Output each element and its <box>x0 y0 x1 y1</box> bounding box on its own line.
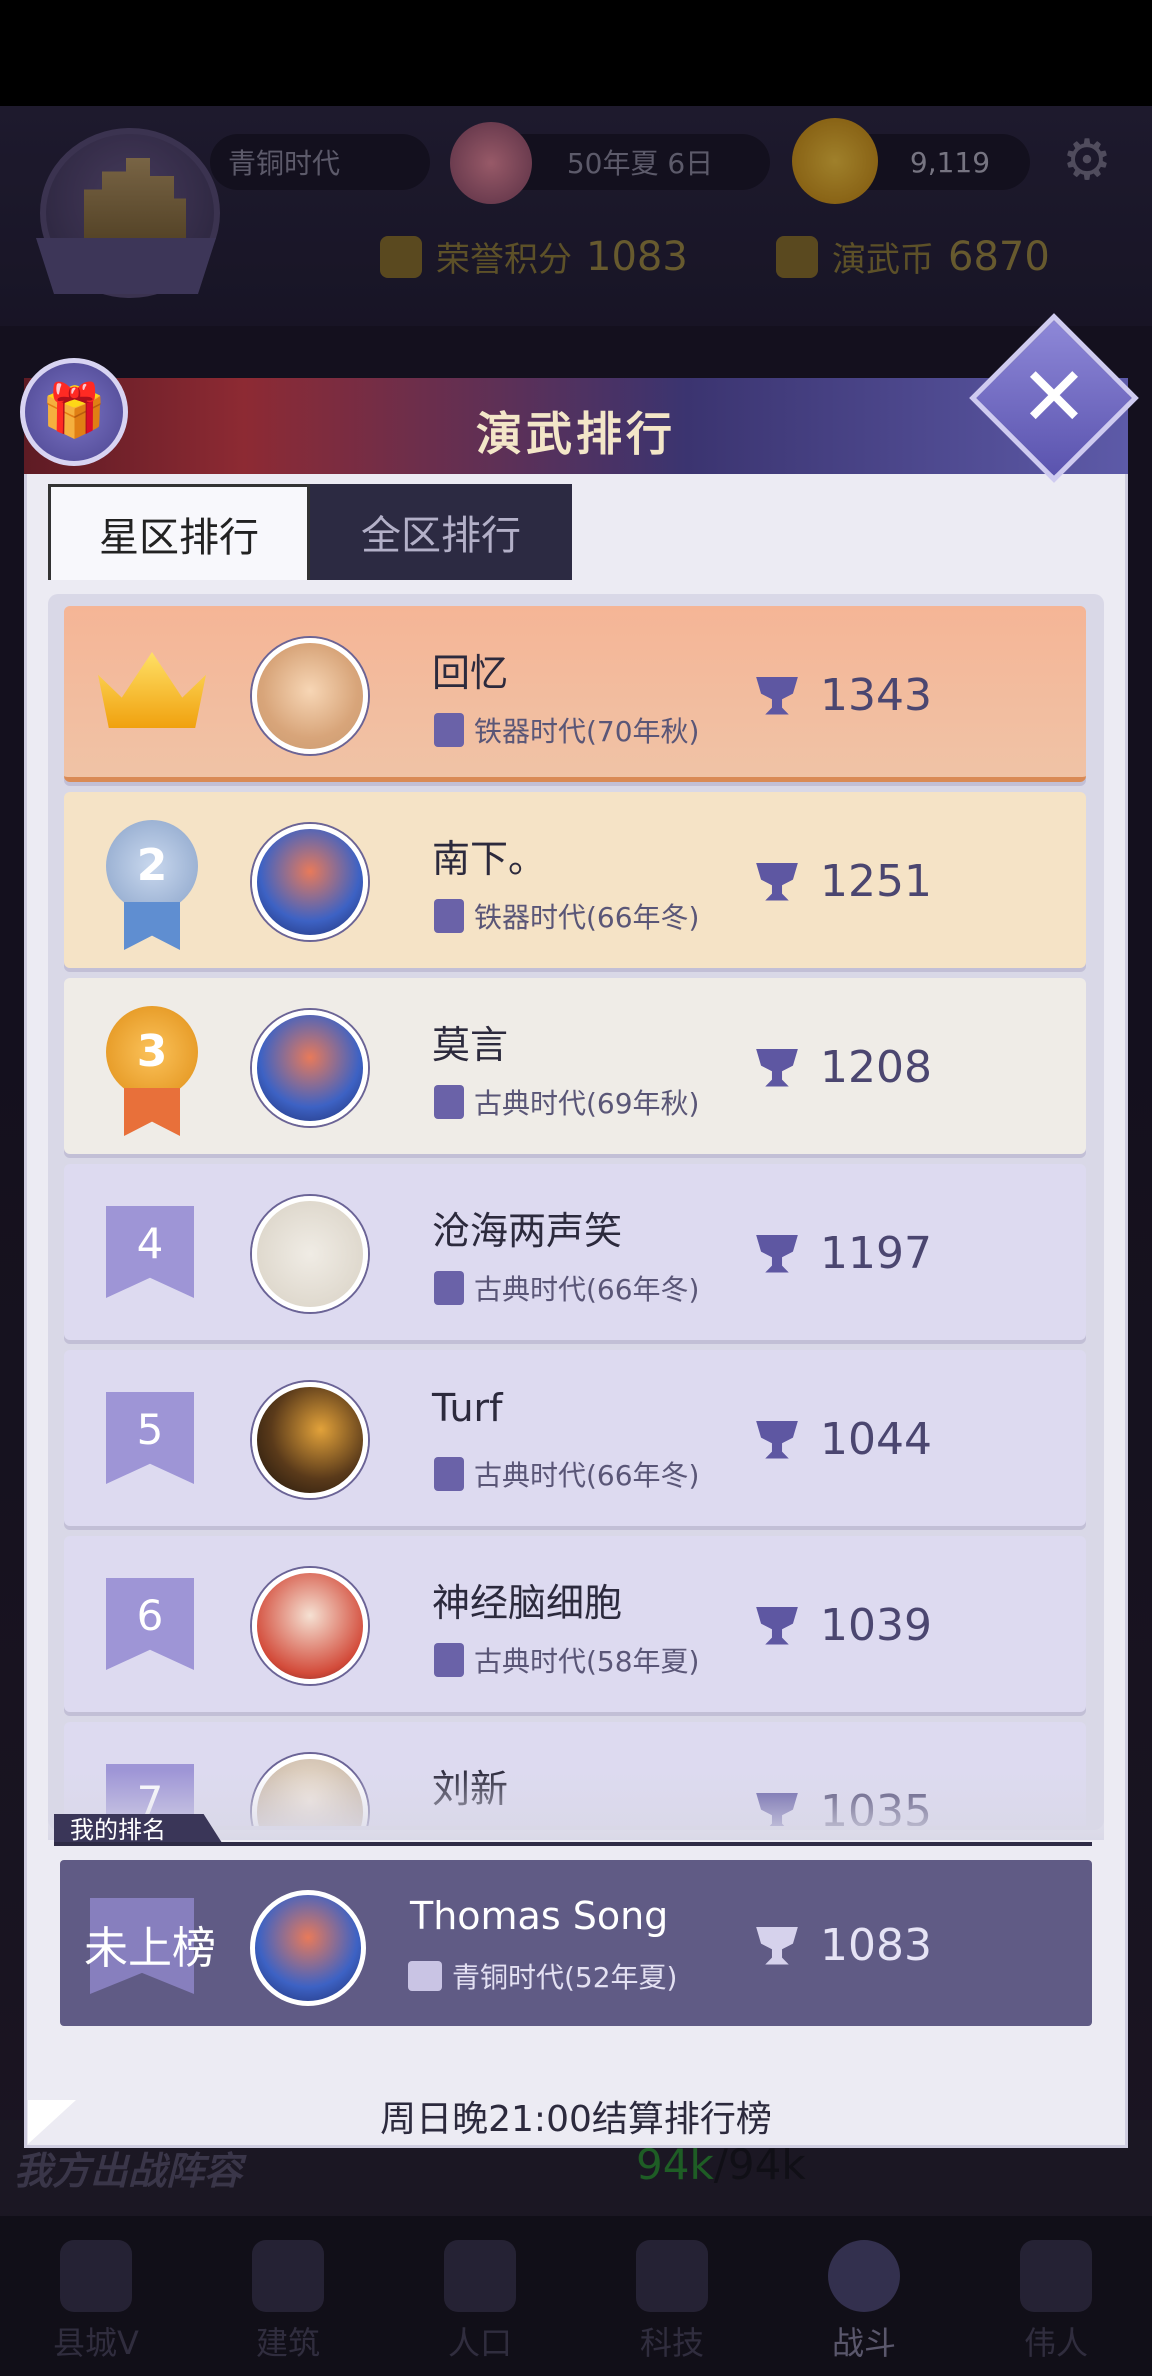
player-era: 铁器时代(70年秋) <box>434 710 699 750</box>
player-score: 1044 <box>756 1414 932 1465</box>
score-value: 1343 <box>820 670 932 721</box>
avatar <box>252 638 368 754</box>
classical-age-icon <box>434 1085 464 1119</box>
avatar <box>252 1196 368 1312</box>
era-text: 青铜时代(52年夏) <box>452 1961 678 1994</box>
score-value: 1197 <box>820 1228 932 1279</box>
player-name: 神经脑细胞 <box>432 1581 623 1625</box>
rank-flag-icon: 6 <box>106 1578 194 1670</box>
ranking-row[interactable]: 4 沧海两声笑 古典时代(66年冬) 1197 <box>64 1164 1086 1340</box>
score-value: 1251 <box>820 856 932 907</box>
crown-icon <box>98 652 206 728</box>
divider <box>54 1842 1092 1846</box>
bronze-medal-icon: 3 <box>106 1006 198 1098</box>
player-score: 1208 <box>756 1042 932 1093</box>
player-era: 古典时代(58年夏) <box>434 1640 699 1680</box>
rank-flag-icon: 5 <box>106 1392 194 1484</box>
player-era: 古典时代(69年秋) <box>434 1082 699 1122</box>
ranking-row[interactable]: 2 南下。 铁器时代(66年冬) 1251 <box>64 792 1086 968</box>
avatar <box>252 1568 368 1684</box>
settlement-notice: 周日晚21:00结算排行榜 <box>380 2099 772 2140</box>
ranking-row[interactable]: 3 莫言 古典时代(69年秋) 1208 <box>64 978 1086 1154</box>
player-name: 南下。 <box>432 837 547 881</box>
classical-age-icon <box>434 1271 464 1305</box>
rank-flag-icon: 4 <box>106 1206 194 1298</box>
trophy-icon <box>756 1606 798 1645</box>
iron-age-icon <box>434 713 464 747</box>
avatar <box>252 1010 368 1126</box>
trophy-icon <box>756 1234 798 1273</box>
ranking-tabs: 星区排行 全区排行 <box>48 484 572 580</box>
close-icon[interactable]: ✕ <box>994 338 1114 458</box>
my-rank-value: 未上榜 <box>84 1923 216 1974</box>
era-text: 古典时代(66年冬) <box>474 1273 700 1306</box>
silver-medal-icon: 2 <box>106 820 198 912</box>
ranking-row[interactable]: 6 神经脑细胞 古典时代(58年夏) 1039 <box>64 1536 1086 1712</box>
player-name: 回忆 <box>432 651 509 695</box>
player-name: Turf <box>432 1386 503 1430</box>
trophy-icon <box>756 1420 798 1459</box>
era-text: 古典时代(69年秋) <box>474 1087 700 1120</box>
trophy-icon <box>756 862 798 901</box>
player-score: 1343 <box>756 670 932 721</box>
era-text: 铁器时代(70年秋) <box>474 715 700 748</box>
ranking-row[interactable]: 5 Turf 古典时代(66年冬) 1044 <box>64 1350 1086 1526</box>
era-text: 古典时代(58年夏) <box>474 1645 700 1678</box>
tab-all-regions[interactable]: 全区排行 <box>310 484 572 580</box>
trophy-icon <box>756 1048 798 1087</box>
score-value: 1208 <box>820 1042 932 1093</box>
tab-star-region[interactable]: 星区排行 <box>48 484 310 580</box>
score-value: 1044 <box>820 1414 932 1465</box>
player-era: 古典时代(66年冬) <box>434 1268 699 1308</box>
game-screen: 青铜时代 50年夏 6日 9,119 ⚙ 荣誉积分 1083 演武币 6870 … <box>0 0 1152 2376</box>
gift-icon[interactable]: 🎁 <box>20 358 128 466</box>
player-name: 莫言 <box>432 1023 509 1067</box>
player-score: 1251 <box>756 856 932 907</box>
classical-age-icon <box>434 1643 464 1677</box>
player-era: 铁器时代(66年冬) <box>434 896 699 936</box>
player-score: 1039 <box>756 1600 932 1651</box>
player-era: 古典时代(66年冬) <box>434 1454 699 1494</box>
player-score: 1197 <box>756 1228 932 1279</box>
avatar <box>252 824 368 940</box>
player-name: 沧海两声笑 <box>432 1209 623 1253</box>
score-value: 1039 <box>820 1600 932 1651</box>
iron-age-icon <box>434 899 464 933</box>
trophy-icon <box>756 1926 798 1965</box>
avatar <box>250 1890 366 2006</box>
ranking-list[interactable]: 回忆 铁器时代(70年秋) 1343 2 南下。 铁器时代(66年冬) 1251… <box>64 606 1086 1826</box>
era-text: 古典时代(66年冬) <box>474 1459 700 1492</box>
my-player-era: 青铜时代(52年夏) <box>408 1956 677 1996</box>
score-value: 1083 <box>820 1920 932 1971</box>
classical-age-icon <box>434 1457 464 1491</box>
ranking-row[interactable]: 回忆 铁器时代(70年秋) 1343 <box>64 606 1086 782</box>
bronze-age-icon <box>408 1961 442 1991</box>
medal-ribbon <box>124 902 180 950</box>
trophy-icon <box>756 676 798 715</box>
era-text: 铁器时代(66年冬) <box>474 901 700 934</box>
medal-ribbon <box>124 1088 180 1136</box>
my-player-score: 1083 <box>756 1920 932 1971</box>
my-player-name: Thomas Song <box>410 1894 669 1938</box>
avatar <box>252 1382 368 1498</box>
